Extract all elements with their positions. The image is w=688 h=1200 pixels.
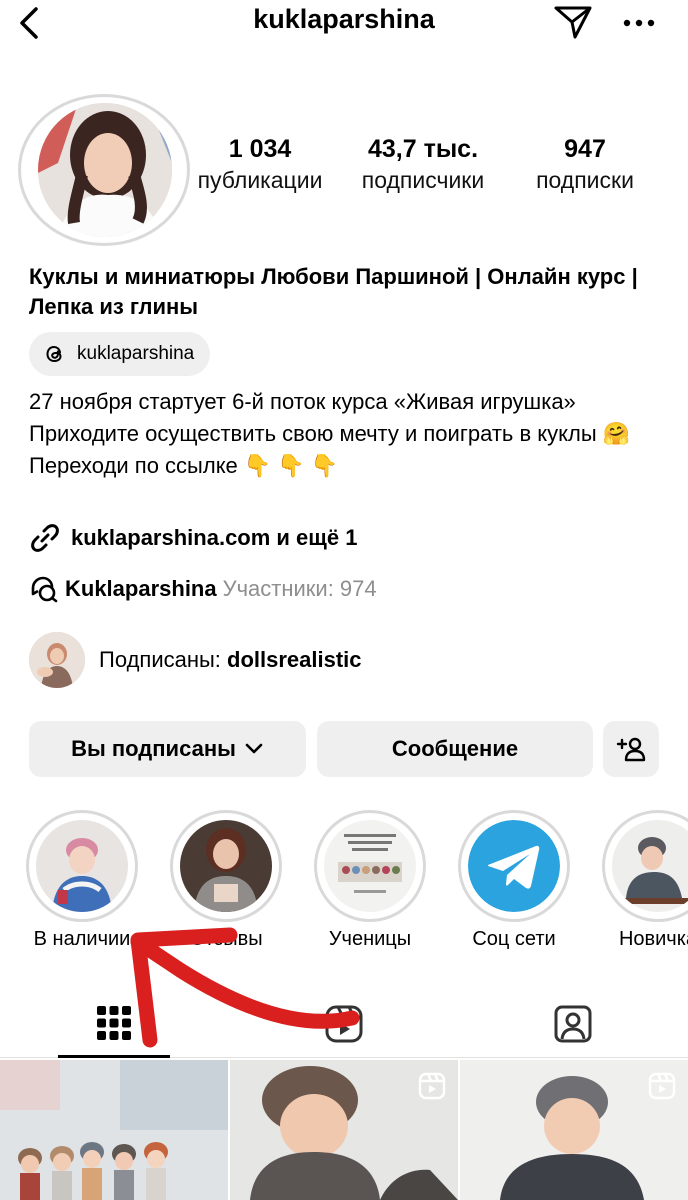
- community-channel[interactable]: Kuklaparshina Участники: 974: [29, 574, 377, 604]
- profile-header: kuklaparshina: [0, 0, 688, 46]
- tagged-person-icon: [554, 1005, 592, 1043]
- reels-badge-icon: [418, 1072, 446, 1100]
- ellipsis-icon[interactable]: [622, 18, 656, 28]
- profile-display-name: Куклы и миниатюры Любови Паршиной | Онла…: [29, 264, 638, 319]
- highlight-cover-reviews: [180, 820, 272, 912]
- avatar[interactable]: [38, 103, 172, 237]
- threads-icon: [46, 345, 62, 363]
- community-name: Kuklaparshina: [65, 576, 217, 601]
- tab-reels[interactable]: [288, 990, 400, 1058]
- followed-by-avatar: [29, 632, 85, 688]
- highlight-cover-beginner: [612, 820, 688, 912]
- reels-icon: [325, 1005, 363, 1043]
- highlight-cover-in-stock: [36, 820, 128, 912]
- tab-posts[interactable]: [58, 990, 170, 1058]
- bio-line-cta: Переходи по ссылке 👇 👇 👇: [29, 453, 339, 478]
- followed-by-user[interactable]: dollsrealistic: [227, 647, 362, 672]
- posts-count[interactable]: 1 034 публикации: [190, 134, 330, 196]
- followed-by-text: Подписаны: dollsrealistic: [99, 647, 362, 672]
- bio-text: 27 ноября стартует 6-й поток курса «Жива…: [29, 386, 669, 482]
- post-thumbnail[interactable]: [0, 1060, 228, 1200]
- telegram-icon: [468, 820, 560, 912]
- external-link-text: kuklaparshina.com и ещё 1: [71, 525, 358, 550]
- highlight-students[interactable]: Ученицы: [314, 810, 426, 951]
- highlight-cover-social: [468, 820, 560, 912]
- chevron-down-icon: [245, 743, 263, 754]
- post-thumbnail[interactable]: [460, 1060, 688, 1200]
- profile-tabs: [0, 990, 688, 1058]
- highlight-in-stock[interactable]: В наличии: [26, 810, 138, 951]
- threads-badge[interactable]: kuklaparshina: [29, 332, 211, 376]
- add-person-icon: [616, 737, 646, 762]
- following-button[interactable]: Вы подписаны: [29, 721, 306, 777]
- highlight-social[interactable]: Соц сети: [458, 810, 570, 951]
- bio-line-course: 27 ноября стартует 6-й поток курса «Жива…: [29, 389, 631, 446]
- external-link[interactable]: kuklaparshina.com и ещё 1: [29, 522, 357, 554]
- reels-badge-icon: [648, 1072, 676, 1100]
- community-members: Участники: 974: [222, 576, 377, 601]
- link-icon: [31, 524, 59, 552]
- followers-count[interactable]: 43,7 тыс. подписчики: [348, 134, 498, 196]
- chat-bubbles-icon: [31, 576, 58, 603]
- grid-icon: [97, 1005, 131, 1040]
- threads-handle: kuklaparshina: [77, 343, 195, 364]
- tab-tagged[interactable]: [517, 990, 629, 1058]
- highlight-beginner[interactable]: Новичка: [602, 810, 688, 951]
- followed-by[interactable]: Подписаны: dollsrealistic: [29, 632, 362, 688]
- message-button[interactable]: Сообщение: [317, 721, 593, 777]
- highlight-reviews[interactable]: Отзывы: [170, 810, 282, 951]
- add-user-button[interactable]: [603, 721, 659, 777]
- highlight-cover-students: [324, 820, 416, 912]
- post-thumbnail[interactable]: [230, 1060, 458, 1200]
- following-count[interactable]: 947 подписки: [520, 134, 650, 196]
- paper-plane-icon[interactable]: [553, 4, 593, 40]
